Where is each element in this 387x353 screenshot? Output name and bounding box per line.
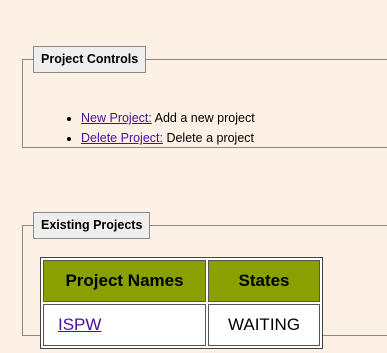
project-controls-legend: Project Controls xyxy=(33,46,147,73)
new-project-link[interactable]: New Project: xyxy=(81,111,152,125)
project-state-cell: WAITING xyxy=(208,304,320,346)
delete-project-description: Delete a project xyxy=(162,131,255,145)
project-controls-list: New Project: Add a new project Delete Pr… xyxy=(81,108,255,148)
projects-table: Project Names States ISPW WAITING xyxy=(40,257,323,349)
existing-projects-panel: Existing Projects Project Names States I… xyxy=(22,212,387,349)
project-link-ispw[interactable]: ISPW xyxy=(58,315,101,334)
column-header-states: States xyxy=(208,260,320,302)
delete-project-link[interactable]: Delete Project: xyxy=(81,131,163,145)
table-row: ISPW WAITING xyxy=(43,304,320,346)
list-item-delete-project: Delete Project: Delete a project xyxy=(81,128,255,148)
new-project-description: Add a new project xyxy=(151,111,255,125)
column-header-project-names: Project Names xyxy=(43,260,206,302)
page: Project Controls New Project: Add a new … xyxy=(0,0,387,353)
project-name-cell: ISPW xyxy=(43,304,206,346)
list-item-new-project: New Project: Add a new project xyxy=(81,108,255,128)
project-controls-panel: Project Controls New Project: Add a new … xyxy=(22,46,387,148)
existing-projects-legend: Existing Projects xyxy=(33,212,151,239)
table-header-row: Project Names States xyxy=(43,260,320,302)
